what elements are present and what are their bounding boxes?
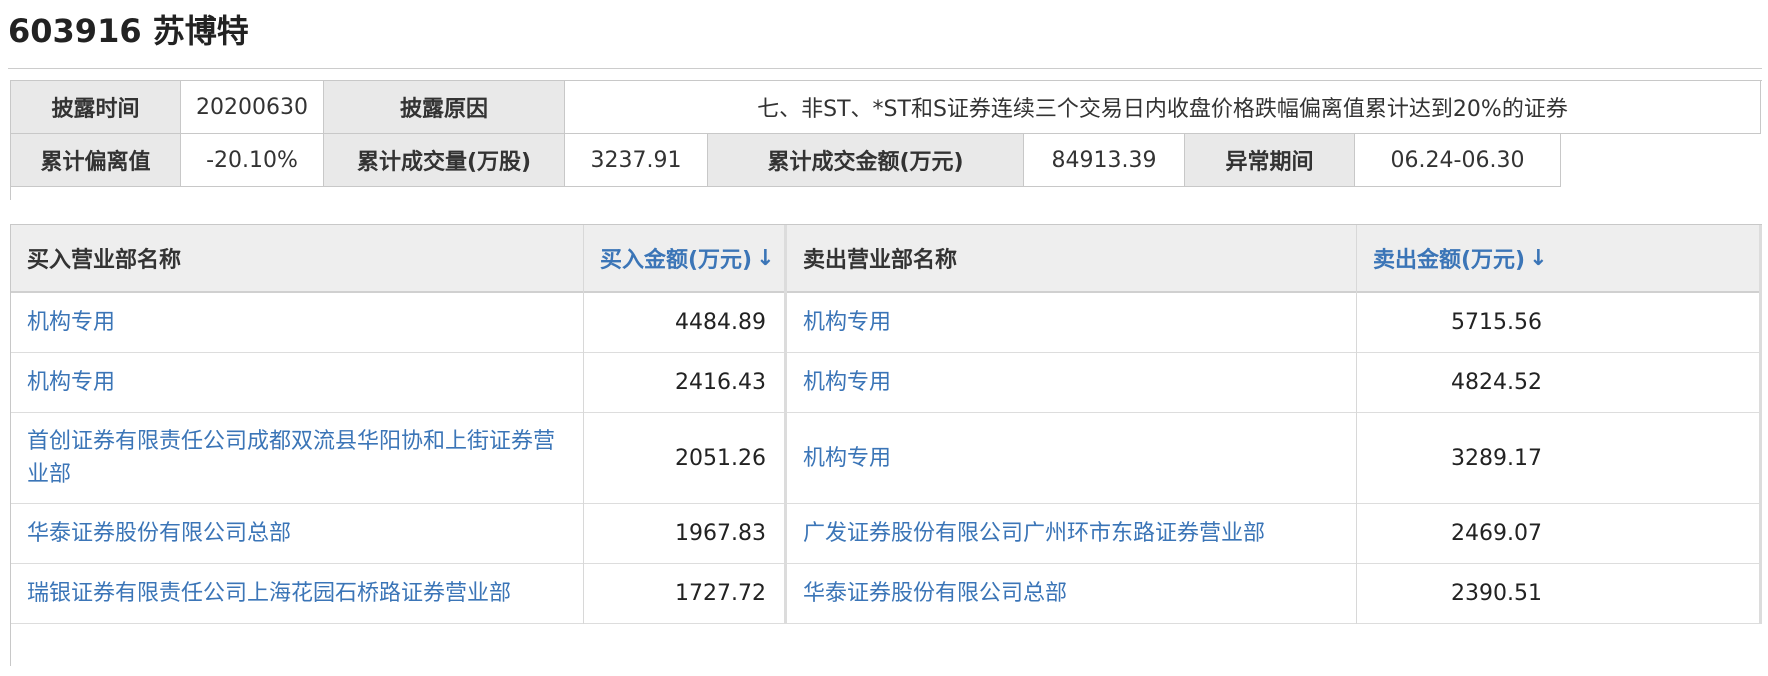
sell-amount: 5715.56 xyxy=(1451,310,1542,335)
disclosure-time-value: 20200630 xyxy=(181,81,324,134)
title-divider xyxy=(8,68,1762,69)
buy-branch-link[interactable]: 机构专用 xyxy=(11,353,584,412)
center-divider xyxy=(784,225,787,624)
disclosure-reason-value: 七、非ST、*ST和S证券连续三个交易日内收盘价格跌幅偏离值累计达到20%的证券 xyxy=(565,81,1761,134)
table-row: 机构专用 2416.43 机构专用 4824.52 xyxy=(11,353,1762,413)
table-right-edge xyxy=(1759,225,1762,624)
deviation-value: -20.10% xyxy=(181,134,324,187)
buy-name-header: 买入营业部名称 xyxy=(27,248,182,273)
sell-branch-link[interactable]: 机构专用 xyxy=(787,353,1357,412)
volume-value: 3237.91 xyxy=(565,134,708,187)
amount-label: 累计成交金额(万元) xyxy=(708,134,1024,187)
amount-value: 84913.39 xyxy=(1024,134,1185,187)
buy-amount: 4484.89 xyxy=(675,310,766,335)
trades-table: 买入营业部名称 买入金额(万元) ↓ 卖出营业部名称 卖出金额(万元) ↓ 机构… xyxy=(10,224,1762,666)
sell-amount: 3289.17 xyxy=(1451,445,1542,471)
trades-table-header: 买入营业部名称 买入金额(万元) ↓ 卖出营业部名称 卖出金额(万元) ↓ xyxy=(11,225,1762,293)
buy-amount: 2416.43 xyxy=(675,370,766,395)
buy-amount: 1967.83 xyxy=(675,521,766,546)
table-row: 华泰证券股份有限公司总部 1967.83 广发证券股份有限公司广州环市东路证券营… xyxy=(11,504,1762,564)
buy-branch-link[interactable]: 瑞银证券有限责任公司上海花园石桥路证券营业部 xyxy=(11,564,584,623)
sell-branch-link[interactable]: 华泰证券股份有限公司总部 xyxy=(787,564,1357,623)
column-divider xyxy=(583,225,584,624)
disclosure-reason-label: 披露原因 xyxy=(324,81,565,134)
buy-amount-header-label: 买入金额(万元) xyxy=(600,248,753,273)
disclosure-info-table: 披露时间 20200630 披露原因 七、非ST、*ST和S证券连续三个交易日内… xyxy=(10,80,1762,200)
page-title: 603916 苏博特 xyxy=(8,12,249,50)
buy-branch-link[interactable]: 机构专用 xyxy=(11,293,584,352)
sell-amount: 2469.07 xyxy=(1451,521,1542,546)
lhb-detail-page: 603916 苏博特 披露时间 20200630 披露原因 七、非ST、*ST和… xyxy=(0,0,1768,676)
period-label: 异常期间 xyxy=(1185,134,1355,187)
sell-amount-header-label: 卖出金额(万元) xyxy=(1373,248,1526,273)
sell-branch-link[interactable]: 广发证券股份有限公司广州环市东路证券营业部 xyxy=(787,504,1357,563)
table-row: 机构专用 4484.89 机构专用 5715.56 xyxy=(11,293,1762,353)
buy-branch-link[interactable]: 首创证券有限责任公司成都双流县华阳协和上街证券营业部 xyxy=(11,413,584,503)
table-row: 首创证券有限责任公司成都双流县华阳协和上街证券营业部 2051.26 机构专用 … xyxy=(11,413,1762,504)
deviation-label: 累计偏离值 xyxy=(11,134,181,187)
column-divider xyxy=(1356,225,1357,624)
sell-name-header: 卖出营业部名称 xyxy=(803,248,958,273)
table-row: 瑞银证券有限责任公司上海花园石桥路证券营业部 1727.72 华泰证券股份有限公… xyxy=(11,564,1762,624)
buy-amount: 2051.26 xyxy=(675,445,766,471)
buy-amount: 1727.72 xyxy=(675,581,766,606)
sell-amount: 4824.52 xyxy=(1451,370,1542,395)
sell-amount-header[interactable]: 卖出金额(万元) ↓ xyxy=(1357,225,1557,291)
buy-amount-header[interactable]: 买入金额(万元) ↓ xyxy=(584,225,784,291)
sell-branch-link[interactable]: 机构专用 xyxy=(787,413,1357,503)
disclosure-time-label: 披露时间 xyxy=(11,81,181,134)
period-value: 06.24-06.30 xyxy=(1355,134,1561,187)
sort-desc-icon: ↓ xyxy=(756,245,775,271)
volume-label: 累计成交量(万股) xyxy=(324,134,565,187)
sort-desc-icon: ↓ xyxy=(1529,245,1548,271)
sell-amount: 2390.51 xyxy=(1451,581,1542,606)
sell-branch-link[interactable]: 机构专用 xyxy=(787,293,1357,352)
buy-branch-link[interactable]: 华泰证券股份有限公司总部 xyxy=(11,504,584,563)
